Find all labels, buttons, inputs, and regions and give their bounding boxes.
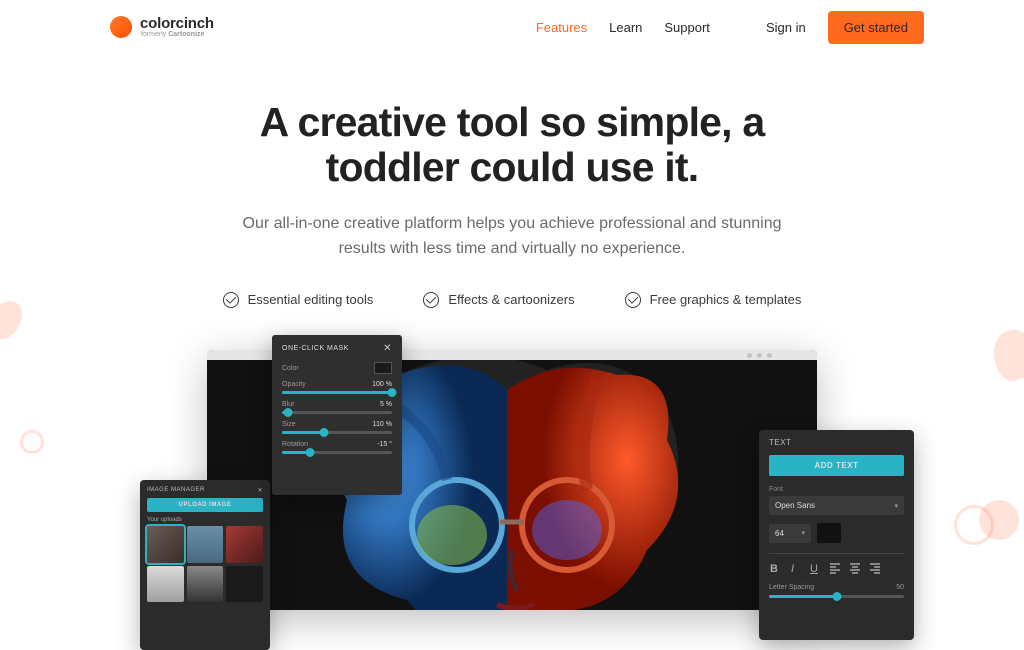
svg-text:U: U <box>810 563 818 574</box>
close-icon[interactable]: ✕ <box>257 487 263 494</box>
align-left-icon[interactable] <box>829 562 841 574</box>
rotation-slider[interactable] <box>282 451 392 454</box>
color-swatch[interactable] <box>374 362 392 374</box>
nav-features[interactable]: Features <box>536 20 587 35</box>
opacity-slider[interactable] <box>282 391 392 394</box>
underline-icon[interactable]: U <box>809 562 821 574</box>
image-manager-title: IMAGE MANAGER <box>147 487 205 494</box>
font-select[interactable]: Open Sans▾ <box>769 496 904 515</box>
letter-spacing-label: Letter Spacing <box>769 584 814 591</box>
rotation-value: -15 ° <box>377 441 392 448</box>
check-editing: Essential editing tools <box>223 292 374 308</box>
opacity-label: Opacity <box>282 381 306 388</box>
letter-spacing-slider[interactable] <box>769 595 904 598</box>
thumbnail[interactable] <box>187 566 224 603</box>
thumbnail[interactable] <box>187 526 224 563</box>
feature-checks: Essential editing tools Effects & cartoo… <box>40 292 984 308</box>
text-color-swatch[interactable] <box>817 523 841 543</box>
logo-icon <box>110 16 132 38</box>
nav-signin[interactable]: Sign in <box>766 20 806 35</box>
thumbnail[interactable] <box>226 526 263 563</box>
check-icon <box>223 292 239 308</box>
blur-slider[interactable] <box>282 411 392 414</box>
svg-text:I: I <box>791 563 794 574</box>
nav-learn[interactable]: Learn <box>609 20 642 35</box>
size-value: 110 % <box>373 421 392 428</box>
font-label: Font <box>769 486 904 493</box>
image-manager-panel: IMAGE MANAGER ✕ UPLOAD IMAGE Your uploads <box>140 480 270 650</box>
svg-text:B: B <box>770 563 778 574</box>
align-right-icon[interactable] <box>869 562 881 574</box>
rotation-label: Rotation <box>282 441 308 448</box>
mask-panel-title: ONE-CLICK MASK <box>282 345 349 352</box>
site-header: colorcinch formerly Cartoonize Features … <box>0 0 1024 54</box>
check-icon <box>423 292 439 308</box>
letter-spacing-value: 50 <box>896 584 904 591</box>
uploads-label: Your uploads <box>147 517 263 523</box>
hero: A creative tool so simple, a toddler cou… <box>0 100 1024 308</box>
upload-image-button[interactable]: UPLOAD IMAGE <box>147 498 263 512</box>
italic-icon[interactable]: I <box>789 562 801 574</box>
chevron-down-icon: ▾ <box>894 502 898 510</box>
uploads-grid <box>147 526 263 602</box>
mask-panel: ONE-CLICK MASK ✕ Color Opacity 100 % Blur… <box>272 335 402 495</box>
size-label: Size <box>282 421 296 428</box>
thumbnail[interactable] <box>147 566 184 603</box>
get-started-button[interactable]: Get started <box>828 11 924 44</box>
align-center-icon[interactable] <box>849 562 861 574</box>
text-format-icons: B I U <box>769 553 904 574</box>
stepper-icon: ▾ <box>801 529 805 538</box>
blur-value: 5 % <box>380 401 392 408</box>
close-icon[interactable]: ✕ <box>383 343 392 354</box>
nav-support[interactable]: Support <box>664 20 710 35</box>
blur-label: Blur <box>282 401 294 408</box>
thumbnail[interactable] <box>147 526 184 563</box>
add-text-button[interactable]: ADD TEXT <box>769 455 904 476</box>
bold-icon[interactable]: B <box>769 562 781 574</box>
check-graphics: Free graphics & templates <box>625 292 802 308</box>
mask-color-label: Color <box>282 365 299 372</box>
check-effects: Effects & cartoonizers <box>423 292 574 308</box>
font-size-input[interactable]: 64▾ <box>769 524 811 543</box>
logo-subline: formerly Cartoonize <box>140 31 214 38</box>
main-nav: Features Learn Support Sign in Get start… <box>536 11 924 44</box>
opacity-value: 100 % <box>372 381 392 388</box>
logo[interactable]: colorcinch formerly Cartoonize <box>110 16 214 38</box>
hero-subtitle: Our all-in-one creative platform helps y… <box>232 212 792 262</box>
size-slider[interactable] <box>282 431 392 434</box>
thumbnail[interactable] <box>226 566 263 603</box>
logo-name: colorcinch <box>140 16 214 31</box>
hero-title: A creative tool so simple, a toddler cou… <box>40 100 984 190</box>
text-panel-title: TEXT <box>769 438 904 447</box>
check-icon <box>625 292 641 308</box>
